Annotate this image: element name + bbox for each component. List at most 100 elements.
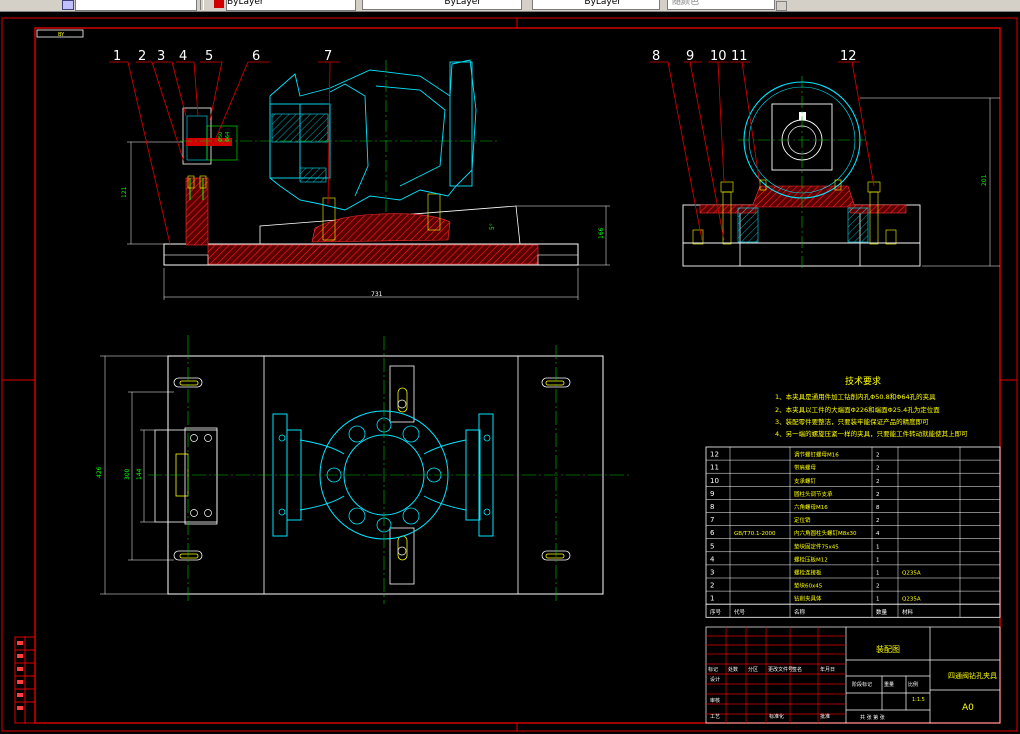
balloon-7: 7 — [324, 49, 332, 64]
corner-tag-text: BY — [58, 32, 65, 38]
balloon-leaders-front — [109, 61, 340, 245]
balloon-3: 3 — [157, 49, 165, 64]
balloon-1: 1 — [113, 49, 121, 64]
balloon-4: 4 — [179, 49, 187, 64]
bom-cell-no: 8 — [710, 503, 714, 511]
side-view[interactable]: 201 — [682, 76, 1000, 270]
balloon-6: 6 — [252, 49, 260, 64]
bom-cell-qty: 2 — [876, 584, 880, 590]
bom-cell-mat: Q235A — [902, 597, 921, 603]
revision-column — [14, 636, 36, 724]
dim-angle: 5° — [489, 223, 496, 230]
balloon-labels-side: 8 9 10 11 12 — [652, 49, 857, 64]
bom-cell-mat: Q235A — [902, 571, 921, 577]
label-design: 设计 — [710, 676, 720, 683]
label-approve: 批准 — [820, 713, 830, 720]
linetype-dropdown[interactable]: ByLayer — [362, 0, 522, 10]
bom-cell-name: 支承螺钉 — [794, 477, 817, 485]
balloon-10: 10 — [710, 49, 727, 64]
bom-cell-qty: 8 — [876, 505, 880, 511]
bom-cell-name: 内六角圆柱头螺钉M8x30 — [794, 529, 857, 537]
corner-tag: BY — [36, 29, 84, 38]
lineweight-dropdown[interactable]: ByLayer — [532, 0, 660, 10]
bom-cell-qty: 1 — [876, 544, 880, 550]
tech-req-line-2: 2、本夹具以工件的大端面Φ226和端面Φ25.4孔为定位面 — [775, 405, 940, 414]
color-swatch-icon[interactable] — [214, 0, 224, 8]
bom-header-mat: 材料 — [902, 608, 914, 616]
bom-header-no: 序号 — [710, 608, 722, 616]
label-standard: 标准化 — [769, 713, 784, 720]
technical-requirements: 技术要求 1、本夹具是通用件加工钻削内孔Φ50.8和Φ64孔的夹具 2、本夹具以… — [775, 375, 968, 438]
plotstyle-dropdown[interactable]: 随颜色 — [667, 0, 775, 10]
bom-cell-name: 定位销 — [794, 516, 811, 524]
sheet-border — [1, 17, 1018, 732]
tech-req-line-3: 3、装配零件要整洁，只要装牢能保证产品的精度即可 — [775, 417, 929, 426]
bom-cell-name: 带肩螺母 — [794, 464, 817, 472]
dim-plan-height: 426 — [96, 466, 103, 478]
bom-cell-name: 螺栓压板M12 — [794, 555, 828, 563]
part-name: 四通阀钻孔夹具 — [948, 671, 997, 680]
label-zone: 分区 — [748, 666, 758, 673]
label-ratio: 比例 — [908, 681, 918, 688]
properties-toolbar: ByLayer ByLayer ByLayer 随颜色 — [0, 0, 1020, 12]
balloon-labels-front: 1 2 3 4 5 6 7 — [113, 49, 332, 64]
label-review: 审核 — [710, 697, 720, 704]
bom-cell-no: 3 — [710, 569, 714, 577]
label-process: 工艺 — [710, 714, 720, 720]
front-view[interactable]: 731 121 166 5° Φ50 Φ64 — [121, 59, 610, 300]
tech-req-line-4: 4、另一端的螺旋压紧一样的夹具，只要能工件转动就能使其上即可 — [775, 429, 968, 438]
bom-cell-qty: 2 — [876, 518, 880, 524]
sheet-size: A0 — [962, 703, 974, 713]
bom-cell-qty: 2 — [876, 466, 880, 472]
bom-header-qty: 数量 — [876, 608, 888, 616]
bom-cell-no: 12 — [710, 451, 719, 459]
dim-width: 731 — [371, 291, 383, 298]
dim-plan-a: 300 — [124, 468, 131, 480]
bom-header-code: 代号 — [734, 608, 746, 616]
bom-cell-no: 4 — [710, 555, 715, 563]
bom-cell-name: 钻削夹具体 — [794, 595, 822, 603]
bom-table: 12 调节螺钉螺母M16 211 带肩螺母 210 支承螺钉 29 圆柱头调节支承 28 六角螺母… — [705, 446, 1001, 618]
toolbar-separator — [200, 0, 204, 10]
bom-header-name: 名称 — [794, 608, 806, 616]
bom-cell-name: 调节螺钉螺母M16 — [794, 451, 839, 459]
balloon-5: 5 — [205, 49, 213, 64]
label-stage: 阶段标记 — [852, 681, 872, 688]
label-sheets: 共 张 第 张 — [860, 714, 885, 721]
label-signature: 签名 — [792, 666, 802, 673]
balloon-2: 2 — [138, 49, 146, 64]
bom-cell-qty: 1 — [876, 571, 880, 577]
bom-cell-no: 2 — [710, 582, 714, 590]
bom-cell-name: 螺栓连接板 — [794, 569, 822, 577]
bom-cell-no: 1 — [710, 595, 714, 603]
bom-cell-no: 10 — [710, 477, 719, 485]
bom-cell-qty: 2 — [876, 479, 880, 485]
balloon-8: 8 — [652, 49, 660, 64]
dim-bore-a: Φ50 — [218, 132, 224, 142]
bom-cell-qty: 2 — [876, 492, 880, 498]
bom-cell-name: 垫块60x45 — [794, 582, 823, 590]
style-dropdown[interactable] — [75, 0, 197, 11]
bom-cell-qty: 1 — [876, 597, 880, 603]
dim-plan-b: 144 — [136, 468, 143, 480]
label-mark: 标记 — [708, 666, 718, 673]
tech-req-title: 技术要求 — [845, 375, 881, 387]
layer-icon[interactable] — [62, 0, 74, 10]
bom-cell-name: 圆柱头调节支承 — [794, 490, 833, 498]
color-dropdown[interactable]: ByLayer — [226, 0, 356, 11]
bom-cell-no: 9 — [710, 490, 714, 498]
balloon-9: 9 — [686, 49, 694, 64]
label-date: 年月日 — [820, 666, 835, 673]
bom-cell-qty: 4 — [876, 531, 880, 537]
bom-cell-qty: 1 — [876, 557, 880, 563]
label-change-doc: 更改文件号 — [768, 666, 793, 673]
bom-cell-name: 垫块固定件75x45 — [794, 542, 839, 550]
drawing-name: 装配图 — [876, 644, 900, 654]
label-count: 处数 — [728, 666, 738, 673]
scale-value: 1:1.5 — [912, 697, 925, 703]
label-weight: 重量 — [884, 681, 894, 688]
drawing-canvas[interactable]: BY 731 121 166 5° Φ50 Φ64 1 2 3 4 5 6 7 … — [0, 12, 1020, 734]
plan-view[interactable]: 426 300 144 — [96, 335, 630, 604]
bom-cell-qty: 2 — [876, 453, 880, 459]
dropdown-arrow-icon[interactable] — [776, 1, 787, 11]
